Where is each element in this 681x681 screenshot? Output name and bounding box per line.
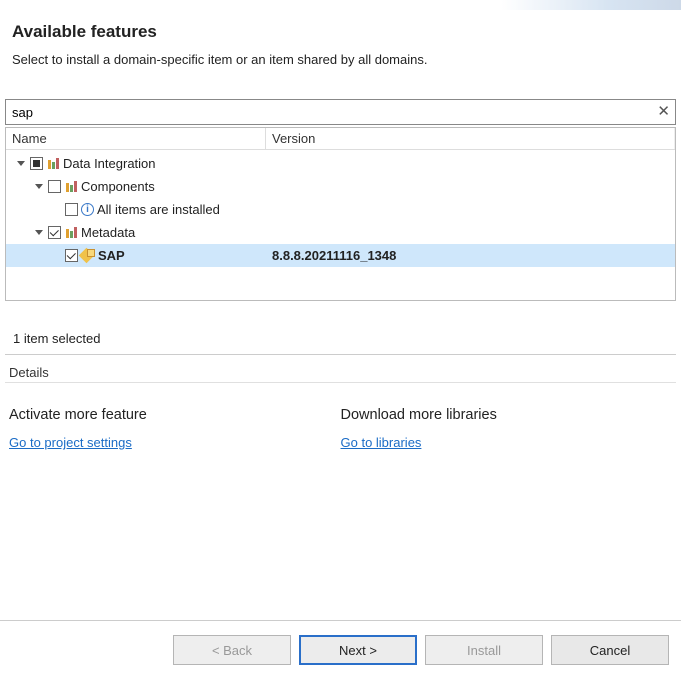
table-row[interactable]: Components — [6, 175, 675, 198]
node-label: SAP — [98, 248, 125, 263]
libraries-link[interactable]: Go to libraries — [341, 435, 422, 450]
details-header: Details — [5, 363, 676, 383]
category-icon — [46, 157, 60, 171]
checkbox[interactable] — [48, 180, 61, 193]
node-label: Components — [81, 179, 155, 194]
category-icon — [64, 226, 78, 240]
table-row-selected[interactable]: SAP 8.8.8.20211116_1348 — [6, 244, 675, 267]
checkbox[interactable] — [30, 157, 43, 170]
expander-icon[interactable] — [33, 230, 45, 235]
install-button: Install — [425, 635, 543, 665]
search-input[interactable] — [5, 99, 676, 125]
info-icon: i — [81, 203, 94, 216]
node-label: All items are installed — [97, 202, 220, 217]
column-header-name[interactable]: Name — [6, 128, 266, 149]
back-button: < Back — [173, 635, 291, 665]
activate-title: Activate more feature — [9, 407, 341, 423]
version-cell: 8.8.8.20211116_1348 — [266, 248, 675, 263]
feature-table: Name Version Data Integration Components — [5, 127, 676, 301]
project-settings-link[interactable]: Go to project settings — [9, 435, 132, 450]
page-subtitle: Select to install a domain-specific item… — [12, 52, 669, 67]
table-header: Name Version — [6, 128, 675, 150]
clear-search-icon[interactable]: ✕ — [657, 102, 670, 120]
status-text: 1 item selected — [5, 323, 676, 355]
checkbox[interactable] — [65, 249, 78, 262]
checkbox[interactable] — [65, 203, 78, 216]
next-button[interactable]: Next > — [299, 635, 417, 665]
table-row[interactable]: Data Integration — [6, 152, 675, 175]
table-row[interactable]: Metadata — [6, 221, 675, 244]
feature-icon — [81, 249, 95, 263]
cancel-button[interactable]: Cancel — [551, 635, 669, 665]
category-icon — [64, 180, 78, 194]
expander-icon[interactable] — [33, 184, 45, 189]
checkbox[interactable] — [48, 226, 61, 239]
page-title: Available features — [12, 22, 669, 42]
column-header-version[interactable]: Version — [266, 128, 675, 149]
download-title: Download more libraries — [341, 407, 673, 423]
node-label: Metadata — [81, 225, 135, 240]
node-label: Data Integration — [63, 156, 156, 171]
table-row[interactable]: i All items are installed — [6, 198, 675, 221]
expander-icon[interactable] — [15, 161, 27, 166]
